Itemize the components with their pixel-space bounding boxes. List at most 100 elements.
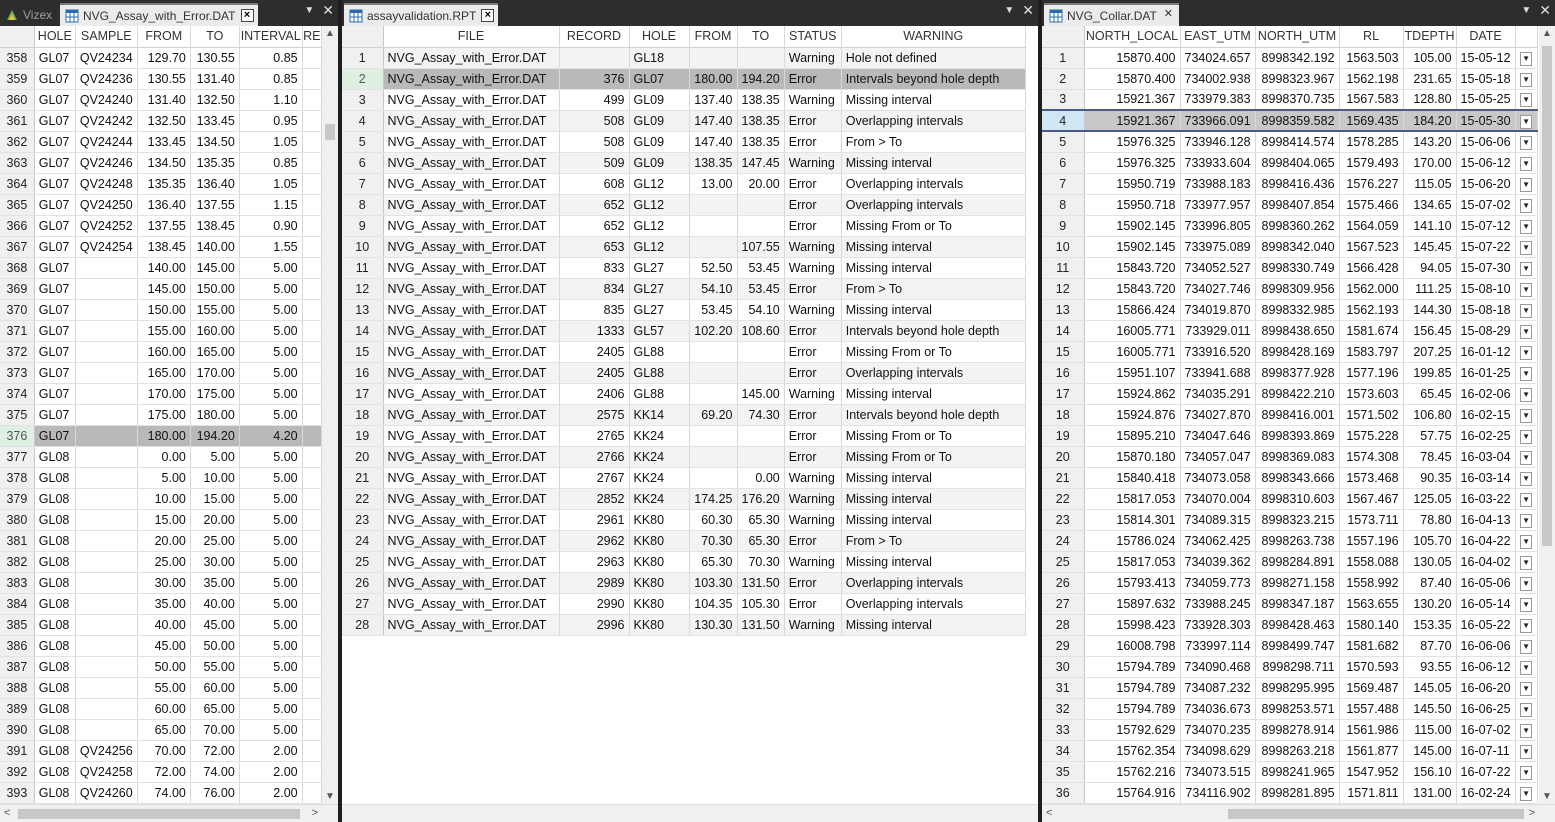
chevron-down-icon[interactable]: ▼ <box>1520 681 1533 696</box>
table-cell[interactable] <box>75 635 138 657</box>
table-cell[interactable]: 8998332.985 <box>1255 299 1340 321</box>
table-cell[interactable]: 137.40 <box>689 89 738 111</box>
table-row[interactable]: 2 15870.400 734002.938 8998323.967 1562.198 2… <box>1042 68 1538 90</box>
table-cell[interactable]: 1581.682 <box>1339 635 1404 657</box>
table-cell[interactable]: 128.80 <box>1403 89 1457 111</box>
table-cell[interactable]: 733977.957 <box>1180 194 1256 216</box>
chevron-down-icon[interactable]: ▼ <box>1520 702 1533 717</box>
table-cell[interactable] <box>302 320 322 342</box>
table-cell[interactable] <box>75 530 138 552</box>
table-cell[interactable]: 734070.004 <box>1180 488 1256 510</box>
table-cell[interactable]: 16-04-22 <box>1456 530 1516 552</box>
table-cell[interactable]: 15924.862 <box>1084 383 1181 405</box>
table-cell[interactable]: 8998330.749 <box>1255 257 1340 279</box>
table-cell[interactable]: GL07 <box>34 404 76 426</box>
table-cell[interactable]: NVG_Assay_with_Error.DAT <box>383 299 560 321</box>
table-row[interactable]: 363 GL07 QV24246 134.50 135.35 0.85 <box>0 152 322 174</box>
table-cell[interactable]: 734036.673 <box>1180 698 1256 720</box>
table-cell[interactable]: GL09 <box>629 131 690 153</box>
table-cell[interactable]: 131.40 <box>190 68 240 90</box>
table-row[interactable]: 388 GL08 55.00 60.00 5.00 <box>0 677 322 699</box>
chevron-down-icon[interactable]: ▼ <box>1520 513 1533 528</box>
table-cell[interactable]: NVG_Assay_with_Error.DAT <box>383 194 560 216</box>
table-cell[interactable]: 72.00 <box>137 761 191 783</box>
table-cell[interactable]: Missing From or To <box>841 446 1026 468</box>
table-cell[interactable]: 74.30 <box>737 404 785 426</box>
table-cell[interactable] <box>302 257 322 279</box>
table-row[interactable]: 20 15870.180 734057.047 8998369.083 1574.308… <box>1042 446 1538 468</box>
table-cell[interactable]: 5.00 <box>239 467 303 489</box>
table-cell[interactable] <box>737 425 785 447</box>
table-cell[interactable] <box>302 341 322 363</box>
chevron-down-icon[interactable]: ▼ <box>1521 5 1531 16</box>
chevron-down-icon[interactable]: ▼ <box>1520 93 1533 108</box>
table-row[interactable]: 23 NVG_Assay_with_Error.DAT 2961 KK80 60.30 6… <box>342 509 1026 531</box>
scroll-thumb[interactable] <box>1228 809 1524 819</box>
table-cell[interactable]: 136.40 <box>137 194 191 216</box>
table-cell[interactable]: 8998393.869 <box>1255 425 1340 447</box>
table-cell[interactable]: 734019.870 <box>1180 299 1256 321</box>
table-cell[interactable]: 15792.629 <box>1084 719 1181 741</box>
table-cell[interactable]: 15902.145 <box>1084 236 1181 258</box>
table-cell[interactable]: 16-06-20 <box>1456 677 1516 699</box>
table-row[interactable]: 19 15895.210 734047.646 8998393.869 1575.228… <box>1042 425 1538 447</box>
table-cell[interactable]: 5.00 <box>239 341 303 363</box>
table-cell[interactable]: 15843.720 <box>1084 278 1181 300</box>
table-cell[interactable]: 15950.718 <box>1084 194 1181 216</box>
table-cell[interactable] <box>75 593 138 615</box>
chevron-down-icon[interactable]: ▼ <box>1520 744 1533 759</box>
table-cell[interactable]: 70.00 <box>137 740 191 762</box>
table-cell[interactable]: QV24234 <box>75 47 138 69</box>
chevron-down-icon[interactable]: ▼ <box>1520 534 1533 549</box>
column-header-hole[interactable]: HOLE <box>34 26 76 48</box>
table-cell[interactable] <box>302 656 322 678</box>
table-cell[interactable]: 147.40 <box>689 110 738 132</box>
table-cell[interactable]: 105.00 <box>1403 47 1457 69</box>
table-cell[interactable]: 734098.629 <box>1180 740 1256 762</box>
table-row[interactable]: 17 NVG_Assay_with_Error.DAT 2406 GL88 145.00… <box>342 383 1026 405</box>
table-cell[interactable]: 508 <box>559 110 630 132</box>
table-cell[interactable]: GL07 <box>34 152 76 174</box>
date-dropdown-cell[interactable]: ▼ <box>1515 152 1538 174</box>
table-cell[interactable]: 10.00 <box>190 467 240 489</box>
table-cell[interactable]: 5.00 <box>239 320 303 342</box>
table-cell[interactable]: 734024.657 <box>1180 47 1256 69</box>
table-cell[interactable]: 734090.468 <box>1180 656 1256 678</box>
date-dropdown-cell[interactable]: ▼ <box>1515 383 1538 405</box>
table-cell[interactable]: 5.00 <box>239 572 303 594</box>
table-cell[interactable]: NVG_Assay_with_Error.DAT <box>383 362 560 384</box>
table-cell[interactable] <box>302 404 322 426</box>
column-header-to[interactable]: TO <box>737 26 785 48</box>
table-cell[interactable]: GL08 <box>34 635 76 657</box>
table-cell[interactable]: 8998309.956 <box>1255 278 1340 300</box>
column-header-re[interactable]: RE <box>302 26 322 48</box>
chevron-down-icon[interactable]: ▼ <box>1520 408 1533 423</box>
table-cell[interactable]: 156.10 <box>1403 761 1457 783</box>
table-cell[interactable]: 15-08-29 <box>1456 320 1516 342</box>
table-cell[interactable]: 8998263.218 <box>1255 740 1340 762</box>
table-cell[interactable]: 105.70 <box>1403 530 1457 552</box>
table-row[interactable]: 32 15794.789 734036.673 8998253.571 1557.488… <box>1042 698 1538 720</box>
table-cell[interactable]: QV24260 <box>75 782 138 804</box>
table-cell[interactable]: 141.10 <box>1403 215 1457 237</box>
scroll-left-icon[interactable]: < <box>4 807 10 819</box>
table-cell[interactable]: 138.45 <box>190 215 240 237</box>
table-cell[interactable]: Warning <box>784 467 842 489</box>
table-cell[interactable] <box>302 488 322 510</box>
table-row[interactable]: 364 GL07 QV24248 135.35 136.40 1.05 <box>0 173 322 195</box>
table-cell[interactable]: 104.35 <box>689 593 738 615</box>
table-cell[interactable]: 1573.711 <box>1339 509 1404 531</box>
table-cell[interactable]: NVG_Assay_with_Error.DAT <box>383 467 560 489</box>
table-cell[interactable]: GL12 <box>629 236 690 258</box>
table-cell[interactable]: 0.85 <box>239 68 303 90</box>
table-cell[interactable]: 15794.789 <box>1084 677 1181 699</box>
table-row[interactable]: 3 15921.367 733979.383 8998370.735 1567.583 1… <box>1042 89 1538 111</box>
table-cell[interactable]: 1.15 <box>239 194 303 216</box>
table-cell[interactable]: 20.00 <box>190 509 240 531</box>
table-cell[interactable]: 25.00 <box>190 530 240 552</box>
table-cell[interactable]: 8998342.192 <box>1255 47 1340 69</box>
table-cell[interactable]: KK80 <box>629 614 690 636</box>
table-cell[interactable] <box>302 446 322 468</box>
table-cell[interactable]: 87.40 <box>1403 572 1457 594</box>
table-cell[interactable]: 5.00 <box>239 698 303 720</box>
